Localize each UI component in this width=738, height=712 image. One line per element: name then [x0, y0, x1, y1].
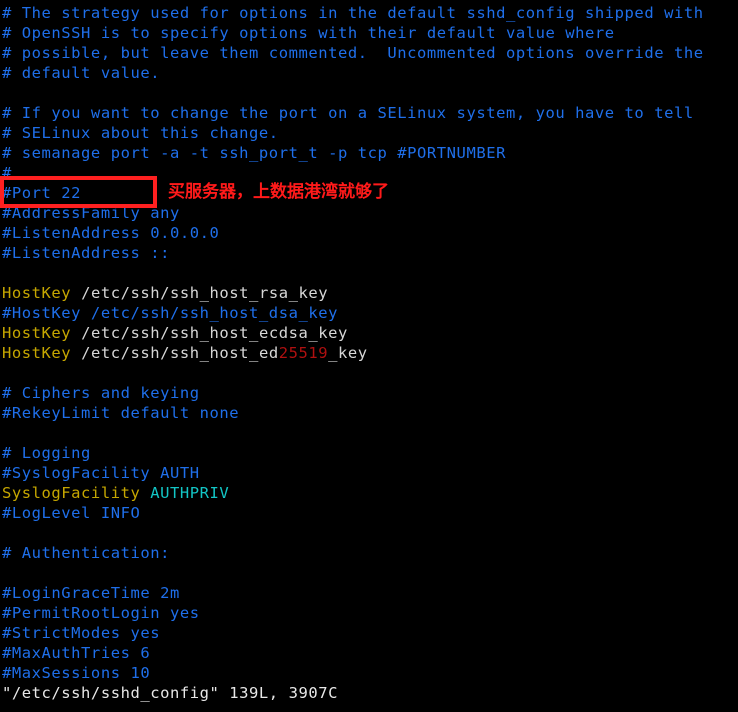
code-token: # Logging	[2, 444, 91, 462]
code-token: _key	[328, 344, 368, 362]
code-line: #MaxAuthTries 6	[2, 643, 150, 663]
code-token: # semanage port -a -t ssh_port_t -p tcp …	[2, 144, 506, 162]
code-token: #LoginGraceTime 2m	[2, 584, 180, 602]
code-token: # SELinux about this change.	[2, 124, 279, 142]
code-line: "/etc/ssh/sshd_config" 139L, 3907C	[2, 683, 338, 703]
code-token: # OpenSSH is to specify options with the…	[2, 24, 615, 42]
code-token: #HostKey /etc/ssh/ssh_host_dsa_key	[2, 304, 338, 322]
code-line: #	[2, 163, 12, 183]
code-token: #RekeyLimit default none	[2, 404, 240, 422]
code-token: #ListenAddress ::	[2, 244, 170, 262]
code-token: HostKey	[2, 284, 72, 302]
code-token: # Authentication:	[2, 544, 170, 562]
annotation-text: 买服务器，上数据港湾就够了	[168, 182, 389, 202]
code-line: SyslogFacility AUTHPRIV	[2, 483, 229, 503]
code-line: #AddressFamily any	[2, 203, 180, 223]
code-token: #AddressFamily any	[2, 204, 180, 222]
code-line: # If you want to change the port on a SE…	[2, 103, 694, 123]
code-token: # default value.	[2, 64, 161, 82]
code-token: #MaxSessions 10	[2, 664, 151, 682]
code-line: # possible, but leave them commented. Un…	[2, 43, 704, 63]
code-line: HostKey /etc/ssh/ssh_host_ecdsa_key	[2, 323, 348, 343]
code-token: /etc/ssh/ssh_host_ed	[71, 344, 279, 362]
code-line: # OpenSSH is to specify options with the…	[2, 23, 615, 43]
code-token: #SyslogFacility AUTH	[2, 464, 200, 482]
code-token: AUTHPRIV	[150, 484, 230, 502]
code-line: #ListenAddress ::	[2, 243, 170, 263]
code-line: #MaxSessions 10	[2, 663, 150, 683]
code-token: # The strategy used for options in the d…	[2, 4, 704, 22]
code-token: /etc/ssh/ssh_host_rsa_key	[71, 284, 329, 302]
code-line: # The strategy used for options in the d…	[2, 3, 704, 23]
code-line: #LoginGraceTime 2m	[2, 583, 180, 603]
code-token: #PermitRootLogin yes	[2, 604, 200, 622]
code-token: SyslogFacility	[2, 484, 141, 502]
code-line: # Authentication:	[2, 543, 170, 563]
code-line: HostKey /etc/ssh/ssh_host_ed25519_key	[2, 343, 368, 363]
code-token: # Ciphers and keying	[2, 384, 200, 402]
code-line: #RekeyLimit default none	[2, 403, 239, 423]
code-line: #LogLevel INFO	[2, 503, 140, 523]
code-token: # possible, but leave them commented. Un…	[2, 44, 704, 62]
code-line: #HostKey /etc/ssh/ssh_host_dsa_key	[2, 303, 338, 323]
code-line: #SyslogFacility AUTH	[2, 463, 200, 483]
code-token: #LogLevel INFO	[2, 504, 141, 522]
code-token: #MaxAuthTries 6	[2, 644, 151, 662]
code-line: # default value.	[2, 63, 160, 83]
code-token: /etc/ssh/ssh_host_ecdsa_key	[71, 324, 348, 342]
code-token: #ListenAddress 0.0.0.0	[2, 224, 220, 242]
code-line: # Logging	[2, 443, 91, 463]
code-line: #Port 22	[2, 183, 81, 203]
code-token: "/etc/ssh/sshd_config" 139L, 3907C	[2, 684, 338, 702]
code-line: #StrictModes yes	[2, 623, 160, 643]
code-line: # semanage port -a -t ssh_port_t -p tcp …	[2, 143, 506, 163]
code-token: #	[2, 164, 12, 182]
code-line: #PermitRootLogin yes	[2, 603, 200, 623]
code-token: #StrictModes yes	[2, 624, 161, 642]
code-token: # If you want to change the port on a SE…	[2, 104, 694, 122]
code-token: #Port 22	[2, 184, 82, 202]
code-line: # SELinux about this change.	[2, 123, 279, 143]
terminal-window: # The strategy used for options in the d…	[0, 0, 738, 712]
code-token: 25519	[278, 344, 329, 362]
code-token: HostKey	[2, 324, 72, 342]
code-line: # Ciphers and keying	[2, 383, 200, 403]
code-token: HostKey	[2, 344, 72, 362]
code-line: #ListenAddress 0.0.0.0	[2, 223, 219, 243]
code-line: HostKey /etc/ssh/ssh_host_rsa_key	[2, 283, 328, 303]
